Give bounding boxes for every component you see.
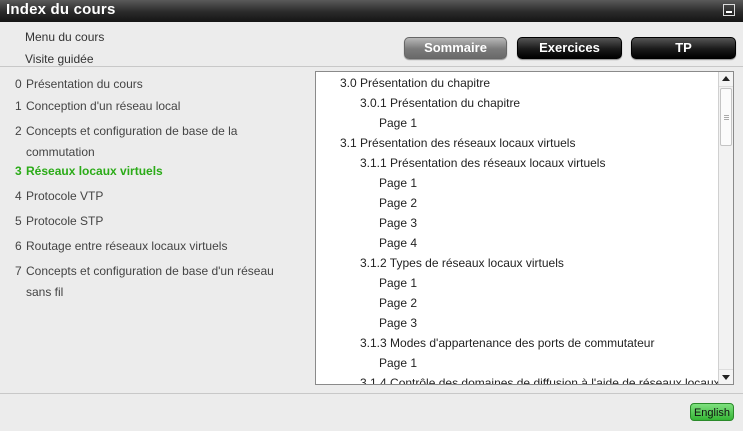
summary-button[interactable]: Sommaire	[404, 37, 507, 59]
exercises-button[interactable]: Exercices	[517, 37, 622, 59]
minimize-icon[interactable]	[723, 4, 735, 16]
chapter-label: Conception d'un réseau local	[26, 99, 181, 113]
header-divider	[0, 66, 743, 67]
chapter-label-continued: commutation	[26, 145, 95, 159]
toc-list: 3.0 Présentation du chapitre 3.0.1 Présen…	[316, 72, 718, 384]
chapter-label: Protocole STP	[26, 214, 104, 228]
toc-item[interactable]: 3.0.1 Présentation du chapitre	[360, 96, 520, 110]
chapter-label: Routage entre réseaux locaux virtuels	[26, 239, 228, 253]
toc-item[interactable]: 3.1.2 Types de réseaux locaux virtuels	[360, 256, 564, 270]
scroll-down-icon[interactable]	[719, 369, 733, 384]
toc-item[interactable]: 3.1.4 Contrôle des domaines de diffusion…	[360, 376, 718, 384]
english-language-button[interactable]: English	[690, 403, 734, 421]
toc-item[interactable]: Page 1	[379, 356, 417, 370]
chapter-label-continued: sans fil	[26, 285, 64, 299]
toc-item[interactable]: Page 2	[379, 296, 417, 310]
scroll-up-icon[interactable]	[719, 72, 733, 87]
chapter-label: Concepts et configuration de base d'un r…	[26, 264, 274, 278]
chapter-label: Présentation du cours	[26, 77, 143, 91]
toc-item[interactable]: Page 1	[379, 276, 417, 290]
course-menu-link[interactable]: Menu du cours	[25, 30, 104, 44]
scroll-thumb[interactable]	[720, 88, 732, 146]
chapter-number: 6	[15, 239, 22, 253]
chapter-number: 1	[15, 99, 22, 113]
chapter-item-1[interactable]: 1 Conception d'un réseau local	[15, 96, 300, 117]
toc-item[interactable]: 3.1 Présentation des réseaux locaux virt…	[340, 136, 575, 150]
chapter-number: 4	[15, 189, 22, 203]
title-bar: Index du cours	[0, 0, 743, 22]
chapter-label: Protocole VTP	[26, 189, 104, 203]
chapter-item-0[interactable]: 0 Présentation du cours	[15, 74, 300, 95]
window-title: Index du cours	[6, 1, 116, 18]
toc-item[interactable]: 3.1.3 Modes d'appartenance des ports de …	[360, 336, 654, 350]
toc-item[interactable]: Page 3	[379, 216, 417, 230]
footer-divider	[0, 393, 743, 394]
chapter-number: 2	[15, 124, 22, 138]
toc-item[interactable]: 3.1.1 Présentation des réseaux locaux vi…	[360, 156, 605, 170]
chapter-item-4[interactable]: 4 Protocole VTP	[15, 186, 300, 207]
chapter-item-5[interactable]: 5 Protocole STP	[15, 211, 300, 232]
toc-item[interactable]: 3.0 Présentation du chapitre	[340, 76, 490, 90]
toc-scrollbar[interactable]	[718, 72, 733, 384]
toc-item[interactable]: Page 3	[379, 316, 417, 330]
chapter-item-7[interactable]: 7 Concepts et configuration de base d'un …	[15, 261, 300, 303]
chapter-number: 5	[15, 214, 22, 228]
toc-item[interactable]: Page 4	[379, 236, 417, 250]
labs-button[interactable]: TP	[631, 37, 736, 59]
chapter-label: Concepts et configuration de base de la	[26, 124, 238, 138]
chapter-number: 3	[15, 164, 22, 178]
chapter-item-2[interactable]: 2 Concepts et configuration de base de la…	[15, 121, 300, 163]
chapter-number: 0	[15, 77, 22, 91]
chapter-item-3[interactable]: 3 Réseaux locaux virtuels	[15, 161, 300, 182]
toc-item[interactable]: Page 2	[379, 196, 417, 210]
toc-item[interactable]: Page 1	[379, 116, 417, 130]
chapter-label: Réseaux locaux virtuels	[26, 164, 163, 178]
chapter-item-6[interactable]: 6 Routage entre réseaux locaux virtuels	[15, 236, 300, 257]
toc-panel: 3.0 Présentation du chapitre 3.0.1 Présen…	[315, 71, 734, 385]
toc-item[interactable]: Page 1	[379, 176, 417, 190]
guided-tour-link[interactable]: Visite guidée	[25, 52, 94, 66]
chapter-number: 7	[15, 264, 22, 278]
